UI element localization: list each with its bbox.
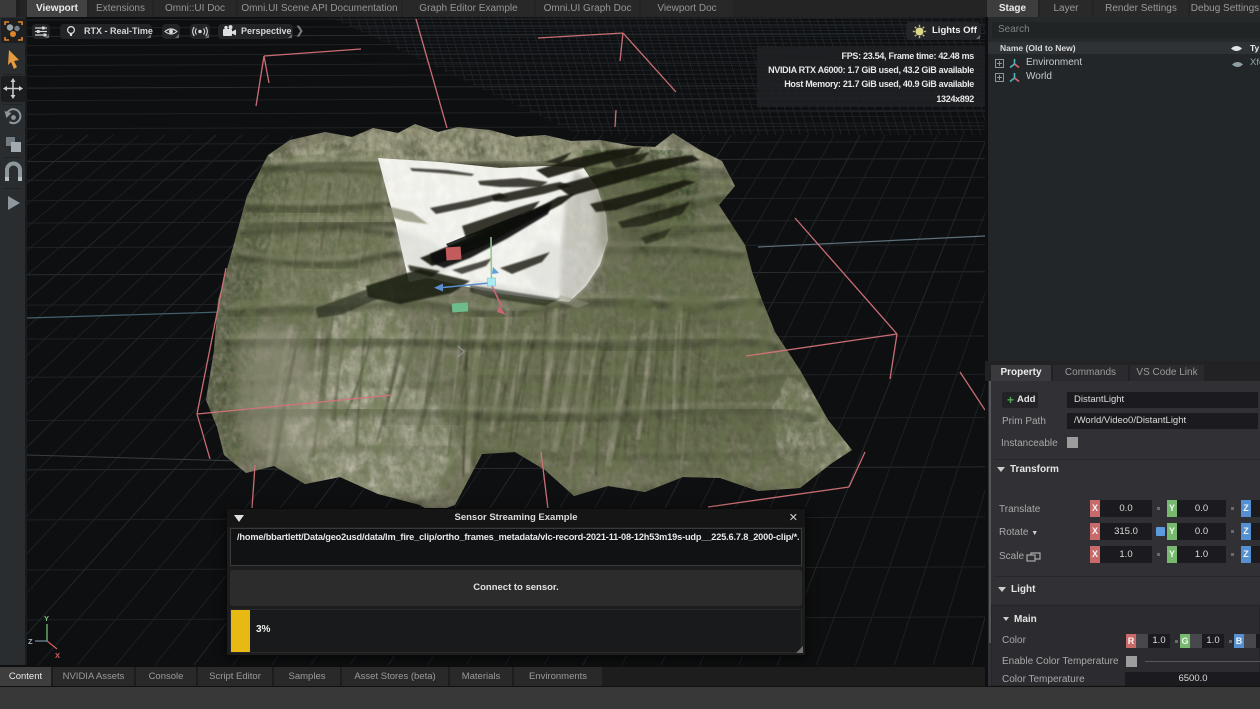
svg-text:Z: Z	[28, 637, 33, 646]
svg-text:Y: Y	[44, 614, 49, 623]
svg-text:X: X	[55, 651, 60, 660]
